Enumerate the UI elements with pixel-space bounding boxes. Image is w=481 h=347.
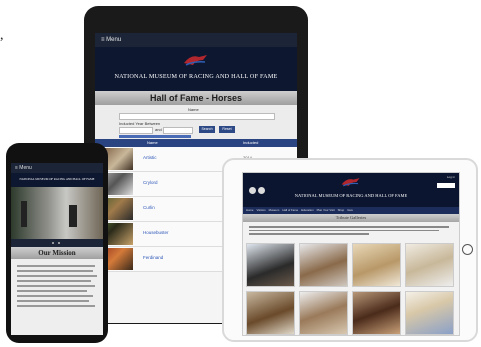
table-header: Name Inducted <box>95 139 297 147</box>
login-link[interactable]: Log in <box>447 175 455 179</box>
gallery-tile[interactable] <box>352 291 401 335</box>
statue-silhouette <box>69 205 77 227</box>
horse-name[interactable]: Crylord <box>143 180 158 185</box>
gallery-tile[interactable] <box>246 291 295 335</box>
slide-dot[interactable] <box>52 242 54 244</box>
divider <box>119 135 191 138</box>
gallery-tile[interactable] <box>299 291 348 335</box>
gallery-tile[interactable] <box>405 243 454 287</box>
horse-name[interactable]: Curlin <box>143 205 155 210</box>
gallery-tile[interactable] <box>299 243 348 287</box>
site-title: NATIONAL MUSEUM OF RACING AND HALL OF FA… <box>294 193 408 198</box>
home-button[interactable] <box>462 244 473 255</box>
phone-screen: ≡ Menu NATIONAL MUSEUM OF RACING AND HAL… <box>11 163 103 335</box>
and-label: and <box>155 127 162 132</box>
statue-silhouette <box>21 201 27 227</box>
horse-name[interactable]: Ferdinand <box>143 255 163 260</box>
search-button[interactable]: Search <box>199 126 215 133</box>
site-header: NATIONAL MUSEUM OF RACING AND HALL OF FA… <box>95 47 297 91</box>
site-header: NATIONAL MUSEUM OF RACING AND HALL OF FA… <box>11 173 103 187</box>
reset-button[interactable]: Reset <box>219 126 235 133</box>
gallery-tile[interactable] <box>352 243 401 287</box>
hero-slideshow[interactable] <box>11 187 103 239</box>
mission-text <box>11 259 103 313</box>
name-label: Name <box>188 107 199 112</box>
museum-logo-icon[interactable] <box>339 175 363 189</box>
menu-button[interactable]: ≡ Menu <box>95 33 297 47</box>
nav-item[interactable]: Museum <box>269 207 280 214</box>
mission-heading: Our Mission <box>11 247 103 259</box>
stray-comma: , <box>0 28 4 43</box>
intro-text <box>243 222 459 239</box>
site-title: NATIONAL MUSEUM OF RACING AND HALL OF FA… <box>19 177 95 181</box>
search-form: Name Inducted Year Between and Search Re… <box>95 105 297 139</box>
section-heading: Tribute Galleries <box>243 214 459 222</box>
page-banner: Hall of Fame - Horses <box>95 91 297 105</box>
tablet-landscape-screen: NATIONAL MUSEUM OF RACING AND HALL OF FA… <box>242 172 460 336</box>
column-inducted[interactable]: Inducted <box>243 139 258 147</box>
nav-item[interactable]: Shop <box>338 207 345 214</box>
year-to-input[interactable] <box>163 127 193 134</box>
nav-item[interactable]: Hall of Fame <box>282 207 298 214</box>
year-from-input[interactable] <box>119 127 153 134</box>
nav-item[interactable]: Education <box>301 207 313 214</box>
search-input[interactable] <box>437 183 455 188</box>
nav-item[interactable]: Plan Your Visit <box>317 207 335 214</box>
site-title: NATIONAL MUSEUM OF RACING AND HALL OF FA… <box>114 73 278 80</box>
inducted-label: Inducted Year Between <box>119 121 161 126</box>
nav-item[interactable]: Give <box>347 207 353 214</box>
menu-button[interactable]: ≡ Menu <box>11 163 103 173</box>
nav-item[interactable]: Home <box>246 207 253 214</box>
slide-dots[interactable] <box>11 239 103 247</box>
column-name[interactable]: Name <box>147 139 158 147</box>
museum-logo-icon[interactable] <box>181 51 211 69</box>
horse-name[interactable]: Artistic <box>143 155 157 160</box>
slide-dot[interactable] <box>58 242 60 244</box>
gallery-tile[interactable] <box>405 291 454 335</box>
gallery-grid <box>246 243 456 335</box>
gallery-tile[interactable] <box>246 243 295 287</box>
main-nav: Home Visitors Museum Hall of Fame Educat… <box>243 207 459 214</box>
nav-item[interactable]: Visitors <box>256 207 265 214</box>
phone-device: ≡ Menu NATIONAL MUSEUM OF RACING AND HAL… <box>6 143 108 343</box>
site-header: NATIONAL MUSEUM OF RACING AND HALL OF FA… <box>243 173 459 207</box>
tablet-landscape-device: NATIONAL MUSEUM OF RACING AND HALL OF FA… <box>222 158 478 342</box>
name-input[interactable] <box>119 113 275 120</box>
horse-name[interactable]: Housebuster <box>143 230 169 235</box>
